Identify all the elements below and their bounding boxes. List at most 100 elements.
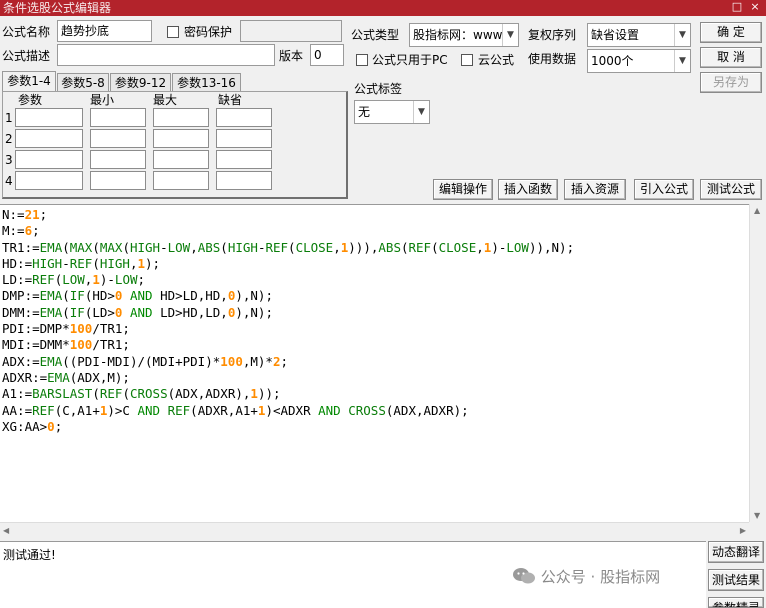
scroll-right-icon[interactable]: ▶ (740, 526, 746, 535)
version-input[interactable]: 0 (310, 44, 344, 66)
code-line: TR1:=EMA(MAX(MAX(HIGH-LOW,ABS(HIGH-REF(C… (2, 240, 749, 256)
code-text: ; (54, 418, 63, 434)
save-as-button[interactable]: 另存为 (700, 72, 762, 93)
code-number: 100 (220, 353, 243, 369)
insert-function-button[interactable]: 插入函数 (498, 179, 558, 200)
code-line: N:=21; (2, 207, 749, 223)
param-cell[interactable] (216, 129, 272, 148)
code-text: )- (99, 272, 115, 288)
param-cell[interactable] (153, 129, 209, 148)
param-cell[interactable] (90, 129, 146, 148)
cloud-checkbox[interactable] (461, 54, 473, 66)
code-function: LOW (506, 239, 529, 255)
tag-select[interactable]: 无 ▼ (354, 100, 430, 124)
code-line: PDI:=DMP*100/TR1; (2, 321, 749, 337)
pc-only-label: 公式只用于PC (372, 53, 448, 67)
cancel-button[interactable]: 取 消 (700, 47, 762, 68)
param-cell[interactable] (216, 150, 272, 169)
test-formula-button[interactable]: 测试公式 (700, 179, 762, 200)
close-icon[interactable]: × (748, 0, 762, 14)
rights-select[interactable]: 缺省设置 ▼ (587, 23, 691, 47)
ok-button[interactable]: 确 定 (700, 22, 762, 43)
param-cell[interactable] (216, 171, 272, 190)
scroll-left-icon[interactable]: ◀ (3, 526, 9, 535)
code-function: HIGH (99, 255, 130, 271)
chevron-down-icon: ▼ (502, 24, 518, 46)
code-function: EMA (39, 304, 63, 320)
param-cell[interactable] (153, 171, 209, 190)
code-text: ),N); (235, 288, 273, 304)
import-formula-button[interactable]: 引入公式 (634, 179, 694, 200)
param-cell[interactable] (90, 150, 146, 169)
maximize-icon[interactable]: □ (730, 0, 744, 14)
param-cell[interactable] (15, 129, 83, 148)
code-function: HIGH (129, 239, 161, 255)
edit-ops-button[interactable]: 编辑操作 (433, 179, 493, 200)
name-label: 公式名称 (2, 25, 51, 39)
insert-resource-button[interactable]: 插入资源 (564, 179, 626, 200)
code-text: A1:= (2, 386, 33, 402)
tag-label: 公式标签 (354, 82, 403, 96)
code-text: (LD> (84, 304, 115, 320)
code-text: ( (288, 239, 296, 255)
watermark-text: 公众号 · 股指标网 (540, 568, 661, 586)
code-function: REF (265, 239, 289, 255)
code-text: , (476, 239, 484, 255)
pc-only-checkbox[interactable] (356, 54, 368, 66)
data-label: 使用数据 (528, 52, 577, 66)
code-text: )),N); (528, 239, 575, 255)
code-text: ),N); (235, 304, 273, 320)
horizontal-scrollbar[interactable]: ◀ ▶ (0, 522, 749, 539)
tab-params-13-16[interactable]: 参数13-16 (172, 73, 241, 92)
code-text: ; (39, 207, 48, 222)
param-cell[interactable] (216, 108, 272, 127)
code-number: 0 (47, 418, 55, 434)
code-text: )- (491, 239, 507, 255)
code-operator: AND (318, 402, 341, 418)
password-input[interactable] (240, 20, 342, 42)
test-result-button[interactable]: 测试结果 (708, 569, 764, 591)
param-row-number: 4 (5, 174, 13, 188)
tab-params-5-8[interactable]: 参数5-8 (57, 73, 109, 92)
param-cell[interactable] (153, 108, 209, 127)
code-text: (ADX,ADXR), (167, 386, 251, 402)
param-cell[interactable] (90, 108, 146, 127)
rights-label: 复权序列 (528, 28, 577, 42)
formula-code-editor[interactable]: N:=21; M:=6; TR1:=EMA(MAX(MAX(HIGH-LOW,ABS… (0, 204, 749, 522)
code-text: ( (431, 239, 439, 255)
scroll-down-icon[interactable]: ▼ (754, 511, 760, 520)
window-title: 条件选股公式编辑器 (3, 1, 112, 15)
code-text: N:= (2, 207, 25, 222)
code-function: CROSS (129, 386, 168, 402)
code-text: AA:= (2, 402, 33, 418)
code-text: ; (280, 353, 289, 369)
code-function: REF (167, 402, 191, 418)
password-checkbox[interactable] (167, 26, 179, 38)
code-function: REF (99, 386, 123, 402)
type-select[interactable]: 股指标网：www ▼ (409, 23, 519, 47)
tab-params-9-12[interactable]: 参数9-12 (110, 73, 171, 92)
param-cell[interactable] (15, 108, 83, 127)
code-text: (HD> (84, 288, 115, 304)
param-cell[interactable] (15, 150, 83, 169)
code-text: HD>LD,HD, (152, 288, 228, 304)
code-text: ( (92, 386, 100, 402)
param-cell[interactable] (90, 171, 146, 190)
tab-params-1-4[interactable]: 参数1-4 (2, 71, 56, 92)
dynamic-translate-button[interactable]: 动态翻译 (708, 541, 764, 563)
param-cell[interactable] (153, 150, 209, 169)
scroll-up-icon[interactable]: ▲ (754, 206, 760, 215)
vertical-scrollbar[interactable]: ▲ ▼ (749, 204, 766, 522)
code-function: BARSLAST (32, 386, 93, 402)
name-input[interactable]: 趋势抄底 (57, 20, 152, 42)
code-function: HIGH (227, 239, 258, 255)
desc-input[interactable] (57, 44, 275, 66)
data-select[interactable]: 1000个 ▼ (587, 49, 691, 73)
param-wizard-button[interactable]: 参数精灵 (708, 597, 764, 608)
code-line: M:=6; (2, 223, 749, 239)
chevron-down-icon: ▼ (413, 101, 429, 123)
type-label: 公式类型 (351, 28, 400, 42)
code-text: XG:AA> (2, 418, 48, 434)
code-text: ( (400, 239, 409, 255)
param-cell[interactable] (15, 171, 83, 190)
